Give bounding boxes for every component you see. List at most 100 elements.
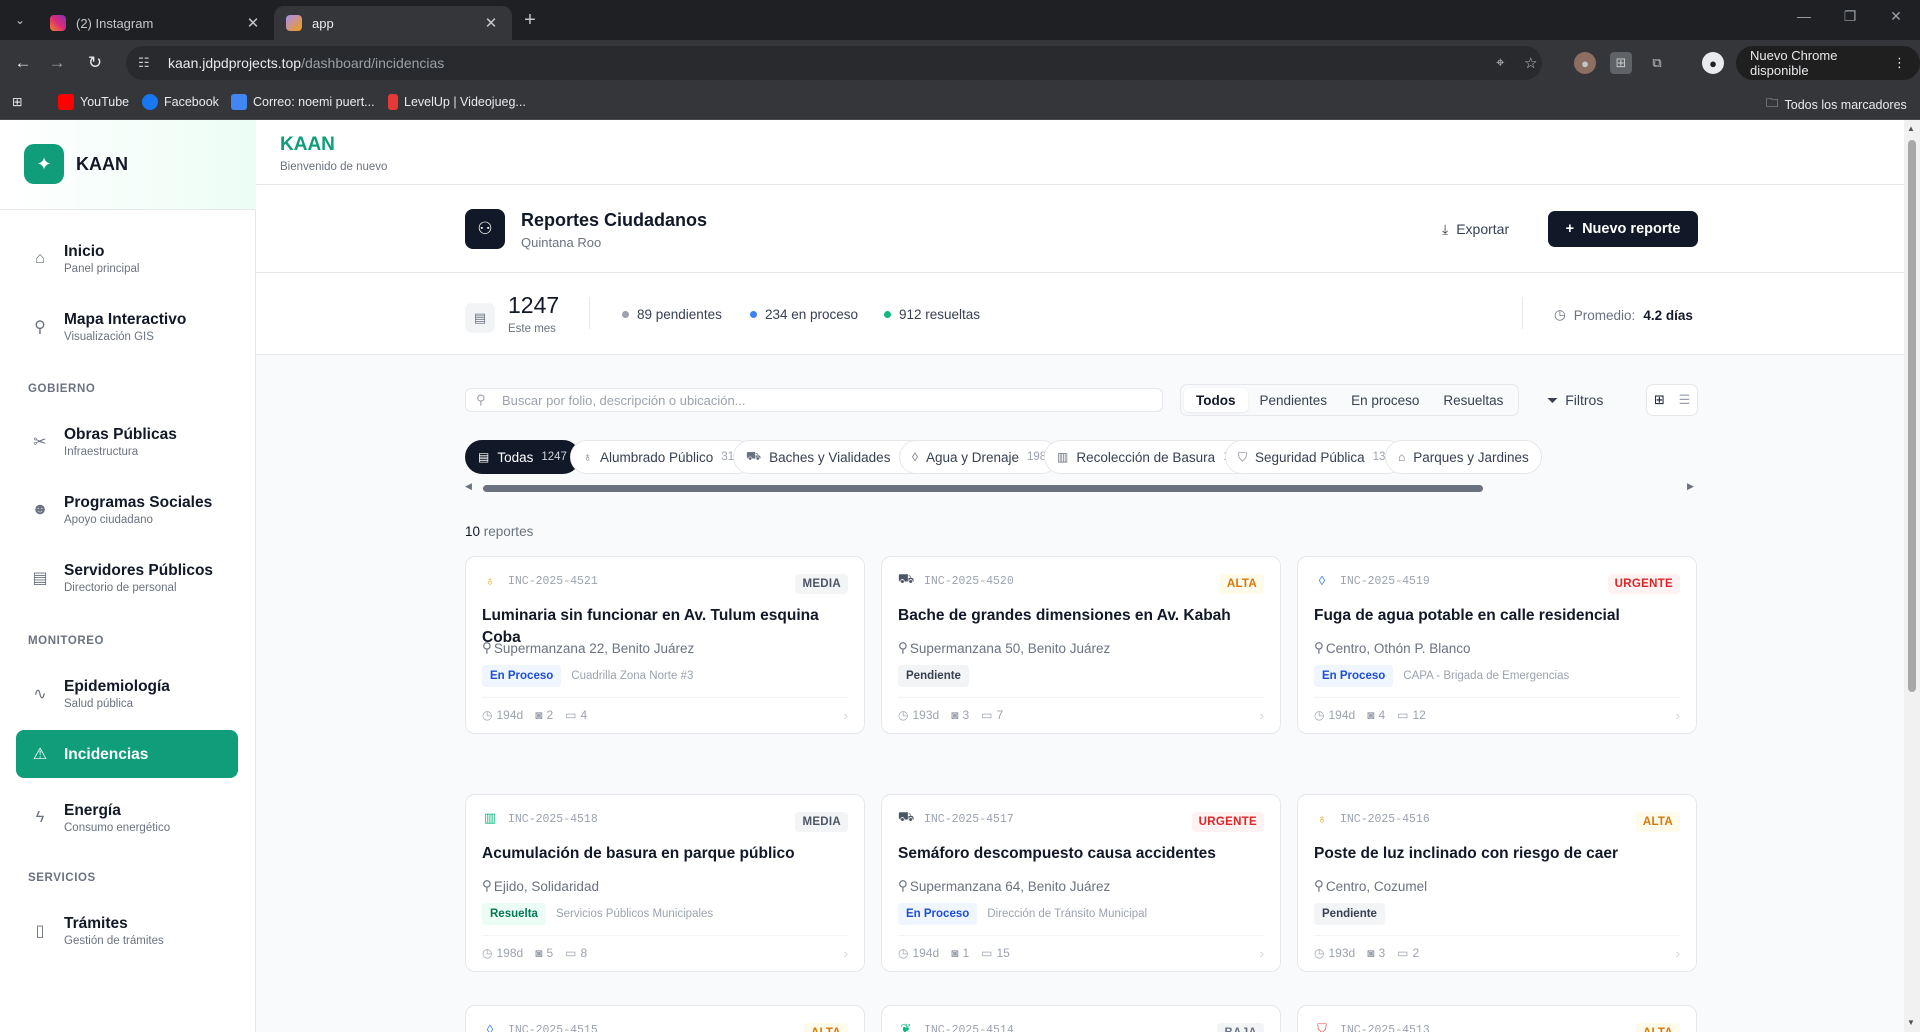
incident-card[interactable]: ⛉ INC-2025-4513 ALTA: [1297, 1005, 1697, 1032]
browser-chrome: ⌄ (2) Instagram ✕ app ✕ + — ❐ ✕ ← → ↻ ☷ …: [0, 0, 1920, 120]
camera-icon: ◙: [951, 946, 959, 960]
map-pin-icon: ⚲: [1314, 878, 1324, 893]
sidebar-item-obras[interactable]: ✂ Obras Públicas Infraestructura: [16, 418, 238, 466]
list-view-icon[interactable]: ☰: [1672, 392, 1697, 408]
bookmark-youtube[interactable]: YouTube: [58, 94, 129, 110]
youtube-icon: [58, 94, 74, 110]
scroll-thumb[interactable]: [1908, 140, 1916, 692]
tab-app[interactable]: app ✕: [274, 6, 512, 40]
minimize-icon[interactable]: —: [1784, 8, 1824, 24]
status-tab-pendientes[interactable]: Pendientes: [1248, 388, 1340, 412]
card-meta: ◷ 194d ◙ 1 ▭ 15: [898, 946, 1010, 960]
page-scrollbar[interactable]: ▲ ▼: [1904, 120, 1920, 1032]
tools-icon: ✂: [33, 434, 47, 451]
extension-icon[interactable]: ⊞: [1610, 52, 1632, 74]
scroll-down-icon[interactable]: ▼: [1907, 1018, 1915, 1027]
resolved-dot: [884, 311, 891, 318]
zap-icon: ϟ: [35, 809, 45, 826]
sidebar-item-inicio[interactable]: ⌂ Inicio Panel principal: [16, 235, 238, 283]
sidebar-item-servidores[interactable]: ▤ Servidores Públicos Directorio de perso…: [16, 554, 238, 602]
incident-card[interactable]: ▥ INC-2025-4518 MEDIA Acumulación de bas…: [465, 794, 865, 972]
scroll-up-icon[interactable]: ▲: [1907, 124, 1915, 133]
status-tab-resueltas[interactable]: Resueltas: [1431, 388, 1515, 412]
more-menu-icon[interactable]: ⋮: [1893, 55, 1906, 71]
apps-grid-icon[interactable]: ⊞: [12, 94, 22, 109]
chip-alumbrado[interactable]: ♁ Alumbrado Público 312: [570, 440, 754, 474]
reload-icon[interactable]: ↻: [82, 50, 108, 76]
tab-instagram[interactable]: (2) Instagram ✕: [38, 6, 274, 40]
chip-parques[interactable]: ⌂ Parques y Jardines: [1385, 440, 1542, 474]
chip-seguridad[interactable]: ⛉ Seguridad Pública 134: [1225, 440, 1405, 474]
incident-card[interactable]: ♁ INC-2025-4516 ALTA Poste de luz inclin…: [1297, 794, 1697, 972]
truck-icon: ⛟: [746, 449, 762, 463]
stats-bar: ▤ 1247 Este mes 89 pendientes 234 en pro…: [256, 273, 1904, 355]
incident-card[interactable]: ❦ INC-2025-4514 BAJA: [881, 1005, 1281, 1032]
address-bar[interactable]: ☷ kaan.jdpdprojects.top/dashboard/incide…: [126, 46, 1542, 80]
search-input[interactable]: [502, 392, 1142, 408]
filters-button[interactable]: ⏷ Filtros: [1547, 384, 1603, 416]
camera-icon: ◙: [535, 946, 543, 960]
sidebar-item-tramites[interactable]: ▯ Trámites Gestión de trámites: [16, 907, 238, 955]
chip-todas[interactable]: ▤ Todas 1247: [465, 440, 580, 474]
location-icon[interactable]: ⌖: [1496, 54, 1504, 71]
tab-search-icon[interactable]: ⌄: [8, 8, 32, 32]
file-icon: ▤: [465, 303, 495, 333]
status-tab-en-proceso[interactable]: En proceso: [1339, 388, 1431, 412]
bookmark-facebook[interactable]: Facebook: [142, 94, 219, 110]
search-box[interactable]: ⚲: [465, 388, 1163, 412]
chip-agua[interactable]: ◊ Agua y Drenaje 198: [899, 440, 1060, 474]
sidebar-item-programas[interactable]: ☻ Programas Sociales Apoyo ciudadano: [16, 486, 238, 534]
extensions-puzzle-icon[interactable]: ⧉: [1646, 52, 1668, 74]
status-segmented-control: Todos Pendientes En proceso Resueltas: [1180, 384, 1520, 416]
profile-avatar-icon[interactable]: ●: [1702, 52, 1724, 74]
forward-icon[interactable]: →: [44, 50, 70, 76]
sidebar-item-incidencias[interactable]: ⚠ Incidencias: [16, 730, 238, 778]
incident-card[interactable]: ⛟ INC-2025-4517 URGENTE Semáforo descomp…: [881, 794, 1281, 972]
scroll-right-icon[interactable]: ▶: [1687, 481, 1694, 492]
incident-card[interactable]: ◊ INC-2025-4519 URGENTE Fuga de agua pot…: [1297, 556, 1697, 734]
chips-scrollbar[interactable]: ◀ ▶: [465, 481, 1698, 495]
home-icon: ⌂: [1398, 450, 1406, 464]
stat-resolved: 912 resueltas: [884, 307, 980, 322]
chrome-update-button[interactable]: Nuevo Chrome disponible ⋮: [1736, 46, 1920, 80]
comment-icon: ▭: [981, 946, 993, 960]
close-tab-icon[interactable]: ✕: [244, 14, 262, 32]
search-icon: ⚲: [476, 392, 486, 407]
sidebar-item-energia[interactable]: ϟ Energía Consumo energético: [16, 794, 238, 842]
priority-badge: ALTA: [1635, 812, 1680, 832]
scroll-left-icon[interactable]: ◀: [465, 481, 472, 492]
priority-badge: BAJA: [1217, 1023, 1264, 1032]
map-pin-icon: ⚲: [1314, 640, 1324, 655]
site-info-icon[interactable]: ☷: [138, 55, 158, 71]
chip-basura[interactable]: ▥Recolección de Basura156: [1044, 440, 1256, 474]
bookmark-levelup[interactable]: LevelUp | Videojueg...: [388, 94, 526, 110]
priority-badge: URGENTE: [1607, 574, 1680, 594]
grid-view-icon[interactable]: ⊞: [1647, 392, 1672, 408]
divider: [482, 697, 848, 698]
bookmark-star-icon[interactable]: ☆: [1524, 54, 1537, 72]
browser-toolbar: ← → ↻ ☷ kaan.jdpdprojects.top/dashboard/…: [0, 40, 1920, 86]
all-bookmarks[interactable]: 🗀 Todos los marcadores: [1766, 94, 1907, 115]
brand[interactable]: ✦ KAAN: [0, 120, 256, 210]
scroll-thumb[interactable]: [483, 485, 1483, 492]
incident-card[interactable]: ♁ INC-2025-4521 MEDIA Luminaria sin func…: [465, 556, 865, 734]
new-tab-icon[interactable]: +: [518, 8, 542, 32]
restore-icon[interactable]: ❐: [1830, 8, 1870, 25]
comment-icon: ▭: [565, 708, 577, 722]
sidebar-item-mapa[interactable]: ⚲ Mapa Interactivo Visualización GIS: [16, 303, 238, 351]
export-button[interactable]: ⤓ Exportar: [1442, 213, 1509, 245]
back-icon[interactable]: ←: [10, 50, 36, 76]
brand-name: KAAN: [76, 154, 128, 174]
status-tab-todos[interactable]: Todos: [1184, 388, 1248, 412]
new-report-button[interactable]: + Nuevo reporte: [1548, 211, 1698, 247]
extension-avatar-icon[interactable]: ●: [1574, 52, 1596, 74]
close-window-icon[interactable]: ✕: [1876, 8, 1916, 25]
card-location: ⚲ Supermanzana 22, Benito Juárez: [482, 640, 695, 656]
section-gobierno: GOBIERNO: [28, 383, 96, 395]
average-time: ◷ Promedio: 4.2 días: [1554, 307, 1693, 323]
incident-card[interactable]: ◊ INC-2025-4515 ALTA: [465, 1005, 865, 1032]
incident-card[interactable]: ⛟ INC-2025-4520 ALTA Bache de grandes di…: [881, 556, 1281, 734]
sidebar-item-epidemiologia[interactable]: ∿ Epidemiología Salud pública: [16, 670, 238, 718]
close-tab-icon[interactable]: ✕: [482, 14, 500, 32]
bookmark-correo[interactable]: Correo: noemi puert...: [231, 94, 375, 110]
